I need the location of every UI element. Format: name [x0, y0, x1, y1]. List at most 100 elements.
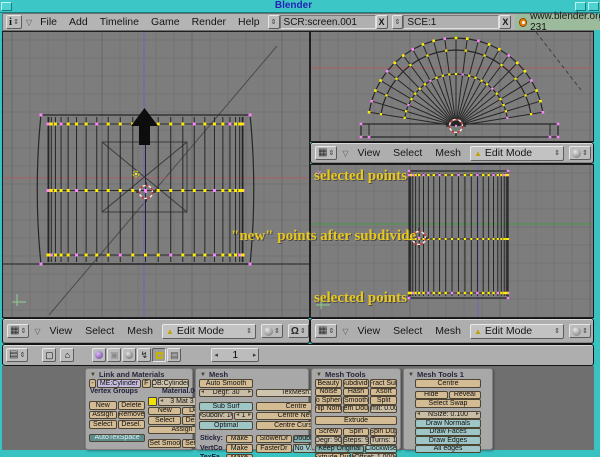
menu-mesh[interactable]: Mesh — [123, 325, 157, 337]
material-color-swatch[interactable] — [148, 397, 157, 406]
extrude-dup-button[interactable]: Extrude Dup — [315, 453, 351, 457]
panel-header[interactable]: ▼Mesh — [199, 370, 305, 379]
turns-spinner[interactable]: Turns: 1 — [370, 436, 397, 445]
hide-button[interactable]: Hide — [415, 391, 448, 400]
menu-select[interactable]: Select — [389, 147, 426, 159]
screw-button[interactable]: Screw — [315, 428, 342, 437]
editing-context-button[interactable] — [152, 348, 166, 362]
mesh-datablock-field[interactable]: ME:Cylinder — [97, 379, 141, 388]
screen-delete-button[interactable]: X — [376, 15, 388, 29]
degr-spinner[interactable]: Degr: 30 — [199, 389, 253, 398]
mode-dropdown[interactable]: ▲Edit Mode⇕ — [162, 324, 256, 339]
mode-dropdown[interactable]: ▲Edit Mode⇕ — [470, 146, 564, 161]
all-edges-toggle[interactable]: All edges — [415, 445, 481, 454]
collapse-menu-icon[interactable]: ▽ — [342, 327, 348, 336]
menu-select[interactable]: Select — [81, 325, 118, 337]
front-viewport[interactable] — [2, 31, 310, 318]
subsurf-toggle[interactable]: Sub Surf — [199, 402, 253, 411]
xsort-button[interactable]: Xsort — [370, 388, 397, 397]
spin-dup-button[interactable]: Spin Dup — [370, 428, 397, 437]
mesh-browse-button[interactable]: - — [89, 379, 96, 388]
editor-type-button[interactable]: ▦⇕ — [315, 146, 337, 160]
draw-mode-button[interactable]: ⇕ — [261, 324, 283, 338]
steps-spinner[interactable]: Steps: 9 — [343, 436, 370, 445]
screen-name-field[interactable]: SCR:screen.001 — [280, 15, 376, 29]
draw-mode-button[interactable]: ⇕ — [569, 324, 591, 338]
nsize-spinner[interactable]: NSize: 0.100 — [415, 411, 481, 420]
menu-view[interactable]: View — [353, 325, 384, 337]
sticky-make-button[interactable]: Make — [226, 435, 254, 444]
degr90-spinner[interactable]: Degr: 90 — [315, 436, 342, 445]
top-viewport[interactable] — [310, 31, 594, 142]
auto-smooth-toggle[interactable]: Auto Smooth — [199, 379, 253, 388]
scene-browse-button[interactable]: ⇕ — [392, 15, 404, 29]
logic-context-button[interactable] — [92, 348, 106, 362]
window-type-button[interactable]: i⇕ — [6, 15, 22, 29]
vgroup-new-button[interactable]: New — [89, 401, 117, 410]
optimal-toggle[interactable]: Optimal — [199, 421, 253, 430]
collapse-menu-icon[interactable]: ▽ — [34, 327, 40, 336]
panel-header[interactable]: ▼Mesh Tools — [315, 370, 397, 379]
frame-number-spinner[interactable]: ◂1▸ — [211, 348, 259, 362]
shading-context-button[interactable] — [122, 348, 136, 362]
menu-file[interactable]: File — [36, 16, 61, 28]
collapse-menu-icon[interactable]: ▽ — [26, 18, 32, 27]
menu-timeline[interactable]: Timeline — [96, 16, 143, 28]
object-context-button[interactable]: ↯ — [137, 348, 151, 362]
draw-edges-toggle[interactable]: Draw Edges — [415, 436, 481, 445]
noise-button[interactable]: Noise — [315, 388, 342, 397]
menu-mesh[interactable]: Mesh — [431, 147, 465, 159]
select-swap-button[interactable]: Select Swap — [415, 399, 481, 408]
vgroup-deselect-button[interactable]: Desel. — [118, 420, 146, 429]
menu-game[interactable]: Game — [147, 16, 184, 28]
menu-mesh[interactable]: Mesh — [431, 325, 465, 337]
rem-doubles-button[interactable]: Rem Doubl — [343, 405, 370, 414]
scene-context-button[interactable]: ▤ — [167, 348, 181, 362]
draw-faces-toggle[interactable]: Draw Faces — [415, 428, 481, 437]
autotexspace-toggle[interactable]: AutoTexSpace — [89, 434, 145, 443]
material-new-button[interactable]: New — [148, 407, 181, 416]
object-name-field[interactable]: OB:Cylinder — [152, 379, 189, 388]
limit-spinner[interactable]: Limit: 0.001 — [370, 405, 397, 414]
collapse-menu-icon[interactable]: ▽ — [342, 149, 348, 158]
keep-original-toggle[interactable]: Keep Original — [315, 445, 364, 454]
editor-type-button[interactable]: ▤⇕ — [6, 348, 28, 362]
vertcol-make-button[interactable]: Make — [226, 444, 254, 453]
draw-mode-button[interactable]: ⇕ — [569, 146, 591, 160]
hash-button[interactable]: Hash — [343, 388, 370, 397]
menu-render[interactable]: Render — [188, 16, 230, 28]
panel-header[interactable]: ▼Mesh Tools 1 — [407, 370, 489, 379]
screen-browse-button[interactable]: ⇕ — [268, 15, 280, 29]
to-sphere-button[interactable]: To Sphere — [315, 396, 342, 405]
flip-normals-button[interactable]: Flip Norm — [315, 405, 342, 414]
subdiv-spinner[interactable]: Subdiv: 1 — [199, 412, 233, 421]
panel-header[interactable]: ▼Link and Materials — [89, 370, 189, 379]
fake-user-button[interactable]: F — [142, 379, 151, 388]
split-button[interactable]: Split — [370, 396, 397, 405]
clockwise-toggle[interactable]: Clockwise — [365, 445, 397, 454]
pivot-button[interactable]: Ω⇕ — [288, 324, 309, 338]
scene-delete-button[interactable]: X — [499, 15, 511, 29]
smooth-button[interactable]: Smooth — [343, 396, 370, 405]
script-context-button[interactable]: ▣ — [107, 348, 121, 362]
set-smooth-button[interactable]: Set Smoo — [148, 439, 181, 448]
render-subdiv-spinner[interactable]: 1 — [234, 412, 253, 421]
mode-dropdown[interactable]: ▲Edit Mode⇕ — [470, 324, 564, 339]
menu-view[interactable]: View — [353, 147, 384, 159]
vgroup-delete-button[interactable]: Delete — [118, 401, 146, 410]
menu-help[interactable]: Help — [234, 16, 264, 28]
slower-draw-button[interactable]: SlowerDr — [256, 435, 291, 444]
offset-spinner[interactable]: Offset: 1.000 — [352, 453, 397, 457]
vgroup-assign-button[interactable]: Assign — [89, 411, 117, 420]
faster-draw-button[interactable]: FasterDr — [256, 444, 291, 453]
subdivide-button[interactable]: Subdivide — [343, 379, 370, 388]
window-minimize-button[interactable] — [575, 2, 586, 11]
scene-name-field[interactable]: SCE:1 — [403, 15, 499, 29]
spin-button[interactable]: Spin — [343, 428, 370, 437]
fract-subd-button[interactable]: Fract Sub — [370, 379, 397, 388]
vgroup-remove-button[interactable]: Remove — [118, 411, 146, 420]
centre-button[interactable]: Centre — [415, 379, 481, 388]
beauty-toggle[interactable]: Beauty — [315, 379, 342, 388]
vgroup-select-button[interactable]: Select — [89, 420, 117, 429]
menu-select[interactable]: Select — [389, 325, 426, 337]
